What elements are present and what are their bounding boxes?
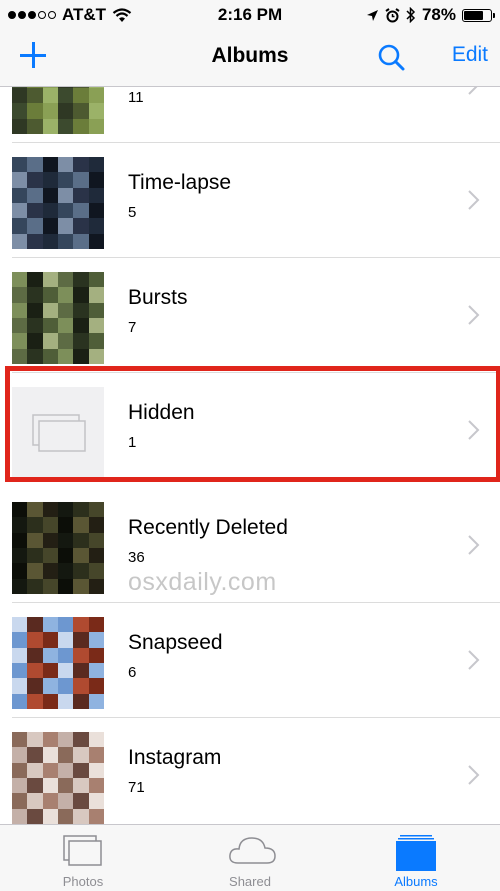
album-list[interactable]: 11 Time-lapse 5 Bursts 7 Hidden 1 Recent… xyxy=(0,87,500,824)
photos-icon xyxy=(63,835,102,866)
album-thumbnail xyxy=(12,87,104,134)
album-thumbnail xyxy=(12,617,104,709)
tab-label: Photos xyxy=(62,874,104,889)
album-thumbnail xyxy=(12,157,104,249)
tab-bar: Photos Shared Albums xyxy=(0,824,500,891)
album-name: Snapseed xyxy=(128,631,223,654)
album-count: 11 xyxy=(128,89,144,106)
chevron-right-icon xyxy=(468,87,478,95)
album-thumbnail xyxy=(12,732,104,824)
album-name: Time-lapse xyxy=(128,171,232,194)
album-count: 71 xyxy=(128,779,145,796)
watermark: osxdaily.com xyxy=(128,568,277,596)
album-row-partial[interactable]: 11 xyxy=(0,87,500,143)
album-count: 6 xyxy=(128,664,137,681)
status-bar: AT&T 2:16 PM 78% xyxy=(0,0,500,30)
albums-icon xyxy=(396,835,436,871)
album-name: Recently Deleted xyxy=(128,516,288,539)
album-count: 5 xyxy=(128,204,137,221)
location-arrow-icon xyxy=(366,9,378,21)
album-name: Bursts xyxy=(128,286,188,309)
battery-icon xyxy=(462,8,495,22)
chevron-right-icon xyxy=(468,650,480,670)
album-thumbnail xyxy=(12,502,104,594)
navigation-bar: Albums Edit xyxy=(0,30,500,87)
chevron-right-icon xyxy=(468,765,480,785)
tab-shared[interactable]: Shared xyxy=(190,825,310,891)
battery-fill xyxy=(464,10,483,20)
cloud-icon xyxy=(229,837,276,864)
chevron-right-icon xyxy=(468,535,480,555)
album-row-bursts[interactable]: Bursts 7 xyxy=(0,258,500,373)
album-count: 7 xyxy=(128,319,137,336)
battery-percentage: 78% xyxy=(421,5,456,24)
alarm-clock-icon xyxy=(385,7,400,22)
highlight-box xyxy=(5,366,500,482)
album-name: Instagram xyxy=(128,746,222,769)
chevron-right-icon xyxy=(468,190,480,210)
search-button[interactable] xyxy=(376,42,408,74)
page-title: Albums xyxy=(211,44,289,67)
tab-label: Albums xyxy=(394,874,438,889)
tab-label: Shared xyxy=(229,874,271,889)
album-row-instagram[interactable]: Instagram 71 xyxy=(0,718,500,824)
chevron-right-icon xyxy=(468,305,480,325)
album-thumbnail xyxy=(12,272,104,364)
tab-albums[interactable]: Albums xyxy=(356,825,476,891)
tab-photos[interactable]: Photos xyxy=(23,825,143,891)
album-count: 36 xyxy=(128,549,145,566)
album-row-time-lapse[interactable]: Time-lapse 5 xyxy=(0,143,500,258)
status-right: 78% xyxy=(366,5,495,25)
album-row-snapseed[interactable]: Snapseed 6 xyxy=(0,603,500,718)
edit-button[interactable]: Edit xyxy=(452,43,488,67)
bluetooth-icon xyxy=(406,7,416,23)
